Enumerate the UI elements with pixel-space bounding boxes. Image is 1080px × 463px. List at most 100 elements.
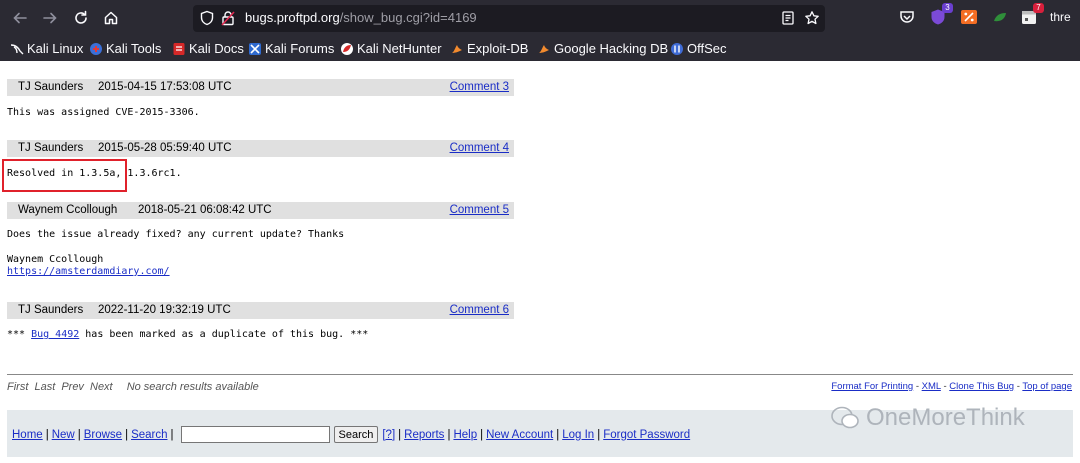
format-for-printing-link[interactable]: Format For Printing xyxy=(831,381,913,392)
quick-search-input[interactable] xyxy=(180,426,330,443)
comment-author[interactable]: TJ Saunders xyxy=(18,142,83,154)
search-navigation: First Last Prev Next No search results a… xyxy=(7,381,262,393)
clone-bug-link[interactable]: Clone This Bug xyxy=(949,381,1014,392)
divider xyxy=(7,374,1073,375)
address-bar[interactable]: bugs.proftpd.org/show_bug.cgi?id=4169 xyxy=(193,5,825,32)
reader-view-icon[interactable] xyxy=(780,10,796,26)
footer-new-link[interactable]: New xyxy=(52,429,75,441)
nav-first: First xyxy=(7,381,29,393)
nav-prev: Prev xyxy=(61,381,84,393)
footer-new-account-link[interactable]: New Account xyxy=(486,429,553,441)
bookmarks-bar: Kali Linux Kali Tools Kali Docs Kali For… xyxy=(0,36,1080,61)
separator: | xyxy=(77,428,81,441)
forward-button[interactable] xyxy=(38,6,62,30)
bookmark-kali-forums[interactable]: Kali Forums xyxy=(248,40,334,57)
watermark-text: OneMoreThink xyxy=(866,404,1025,431)
pocket-shape-icon xyxy=(900,11,914,23)
comment-header: Waynem Ccollough 2018-05-21 06:08:42 UTC… xyxy=(7,202,514,219)
comment-text: Does the issue already fixed? any curren… xyxy=(7,229,345,240)
chat-bubble-icon xyxy=(831,406,859,429)
footer-reports-link[interactable]: Reports xyxy=(404,429,444,441)
comment-author[interactable]: TJ Saunders xyxy=(18,304,83,316)
extension-badge: 7 xyxy=(1033,3,1044,13)
green-leaf-icon xyxy=(994,13,1006,22)
bookmark-label: Exploit-DB xyxy=(467,41,529,56)
kali-dragon-icon xyxy=(10,43,24,54)
separator: | xyxy=(447,428,451,441)
footer-browse-link[interactable]: Browse xyxy=(84,429,122,441)
footer-home-link[interactable]: Home xyxy=(12,429,43,441)
footer-search-link[interactable]: Search xyxy=(131,429,167,441)
nav-next: Next xyxy=(90,381,113,393)
bookmark-label: Kali Docs xyxy=(189,41,244,56)
shield-icon[interactable] xyxy=(199,10,215,26)
bookmark-kali-docs[interactable]: Kali Docs xyxy=(172,40,244,57)
home-button[interactable] xyxy=(99,6,123,30)
top-of-page-link[interactable]: Top of page xyxy=(1022,381,1072,392)
comment-link[interactable]: Comment 3 xyxy=(450,81,509,93)
url-text[interactable]: bugs.proftpd.org/show_bug.cgi?id=4169 xyxy=(245,10,477,25)
footer-help-query-link[interactable]: [?] xyxy=(382,429,395,441)
quick-search-button[interactable]: Search xyxy=(333,426,379,443)
footer-forgot-password-link[interactable]: Forgot Password xyxy=(603,429,690,441)
orange-percent-extension-icon[interactable] xyxy=(960,8,978,26)
search-status: No search results available xyxy=(126,381,259,393)
offsec-icon xyxy=(671,42,683,55)
browser-nav-bar: bugs.proftpd.org/show_bug.cgi?id=4169 3 … xyxy=(0,0,1080,36)
bookmark-label: Kali Tools xyxy=(106,41,162,56)
back-button[interactable] xyxy=(8,6,32,30)
reload-button[interactable] xyxy=(69,6,93,30)
duplicate-bug-link[interactable]: Bug 4492 xyxy=(31,329,79,340)
comment-text: This was assigned CVE-2015-3306. xyxy=(7,107,200,118)
bookmark-label: Google Hacking DB xyxy=(554,41,669,56)
kali-tools-icon xyxy=(90,42,102,55)
separator: | xyxy=(170,428,174,441)
comment-link[interactable]: Comment 5 xyxy=(450,204,509,216)
reload-icon xyxy=(75,10,87,24)
bookmark-star-icon[interactable] xyxy=(804,10,820,26)
comment-link-line: https://amsterdamdiary.com/ xyxy=(7,266,170,277)
comment-text: *** Bug 4492 has been marked as a duplic… xyxy=(7,329,368,340)
link-separator: - xyxy=(913,381,922,392)
purple-shield-extension-icon[interactable]: 3 xyxy=(929,3,953,26)
calendar-extension-icon[interactable]: 7 xyxy=(1020,3,1044,26)
comment-text-rest: 1.3.6rc1. xyxy=(121,168,182,179)
bookmark-label: Kali Forums xyxy=(265,41,335,56)
footer-help-link[interactable]: Help xyxy=(453,429,477,441)
comment-date: 2018-05-21 06:08:42 UTC xyxy=(138,204,272,216)
bookmark-exploit-db[interactable]: Exploit-DB xyxy=(450,40,528,57)
separator: | xyxy=(597,428,601,441)
bookmark-label: Kali NetHunter xyxy=(357,41,442,56)
kali-docs-icon xyxy=(173,42,185,55)
page-actions: Format For Printing - XML - Clone This B… xyxy=(831,381,1072,392)
insecure-lock-icon[interactable] xyxy=(220,10,236,26)
comment-link[interactable]: Comment 6 xyxy=(450,304,509,316)
separator: | xyxy=(45,428,49,441)
bookmark-kali-nethunter[interactable]: Kali NetHunter xyxy=(340,40,442,57)
footer-links: Home | New | Browse | Search | Search [?… xyxy=(12,426,690,443)
separator: | xyxy=(556,428,560,441)
comment-header: TJ Saunders 2015-05-28 05:59:40 UTC Comm… xyxy=(7,140,514,157)
overflow-label[interactable]: thre xyxy=(1050,10,1071,24)
comment-author[interactable]: Waynem Ccollough xyxy=(18,204,117,216)
url-host: bugs.proftpd.org xyxy=(245,10,340,25)
kali-forums-icon xyxy=(249,42,261,55)
xml-link[interactable]: XML xyxy=(922,381,941,392)
separator: | xyxy=(398,428,402,441)
bookmark-kali-tools[interactable]: Kali Tools xyxy=(89,40,161,57)
bug-page: TJ Saunders 2015-04-15 17:53:08 UTC Comm… xyxy=(0,61,1080,463)
nethunter-icon xyxy=(341,42,353,55)
green-extension-icon[interactable] xyxy=(991,8,1009,26)
footer-login-link[interactable]: Log In xyxy=(562,429,594,441)
bookmark-kali-linux[interactable]: Kali Linux xyxy=(10,40,83,57)
pocket-icon[interactable] xyxy=(898,8,916,26)
bookmark-label: Kali Linux xyxy=(27,41,84,56)
bookmark-google-hacking-db[interactable]: Google Hacking DB xyxy=(537,40,668,57)
comment-date: 2015-05-28 05:59:40 UTC xyxy=(98,142,232,154)
comment-link[interactable]: Comment 4 xyxy=(450,142,509,154)
comment-author[interactable]: TJ Saunders xyxy=(18,81,83,93)
comment-date: 2022-11-20 19:32:19 UTC xyxy=(98,304,231,316)
bookmark-offsec[interactable]: OffSec xyxy=(670,40,727,57)
separator: | xyxy=(125,428,129,441)
external-link[interactable]: https://amsterdamdiary.com/ xyxy=(7,266,170,277)
